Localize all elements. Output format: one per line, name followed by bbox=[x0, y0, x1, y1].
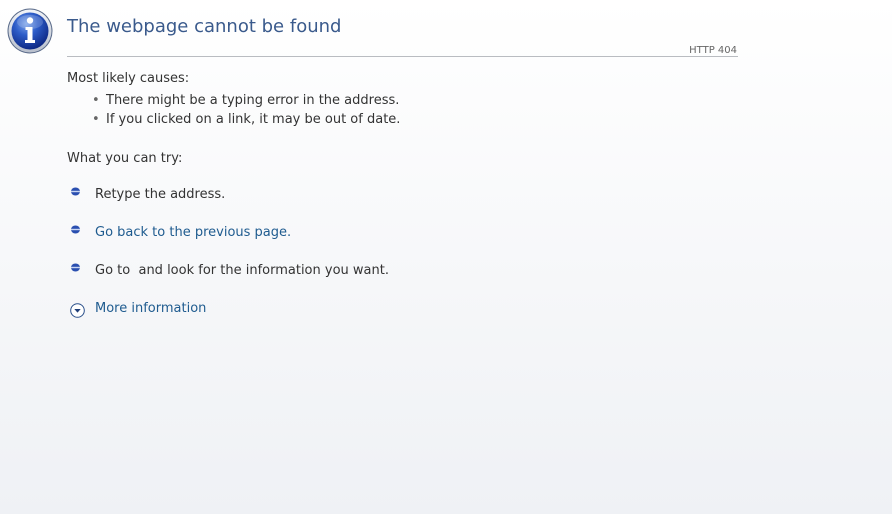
blue-bullet-icon bbox=[71, 263, 80, 272]
causes-list: • There might be a typing error in the ad… bbox=[92, 92, 400, 130]
go-to-text: Go to and look for the information you w… bbox=[95, 263, 389, 278]
try-heading: What you can try: bbox=[67, 151, 183, 166]
blue-bullet-icon bbox=[71, 187, 80, 196]
cause-text: If you clicked on a link, it may be out … bbox=[106, 112, 401, 127]
list-item: • If you clicked on a link, it may be out… bbox=[92, 111, 400, 130]
expand-chevron-icon[interactable] bbox=[70, 303, 85, 318]
http-status-code: HTTP 404 bbox=[689, 45, 737, 56]
go-back-link[interactable]: Go back to the previous page. bbox=[95, 224, 291, 242]
bullet-icon: • bbox=[92, 93, 100, 108]
causes-heading: Most likely causes: bbox=[67, 71, 190, 86]
info-icon bbox=[7, 8, 53, 54]
retype-text: Retype the address. bbox=[95, 187, 226, 202]
more-information-link[interactable]: More information bbox=[95, 300, 206, 318]
list-item: • There might be a typing error in the ad… bbox=[92, 92, 400, 111]
blue-bullet-icon bbox=[71, 225, 80, 234]
bullet-icon: • bbox=[92, 112, 100, 127]
page-title: The webpage cannot be found bbox=[67, 16, 342, 37]
cause-text: There might be a typing error in the add… bbox=[106, 93, 400, 108]
title-divider bbox=[67, 56, 738, 57]
